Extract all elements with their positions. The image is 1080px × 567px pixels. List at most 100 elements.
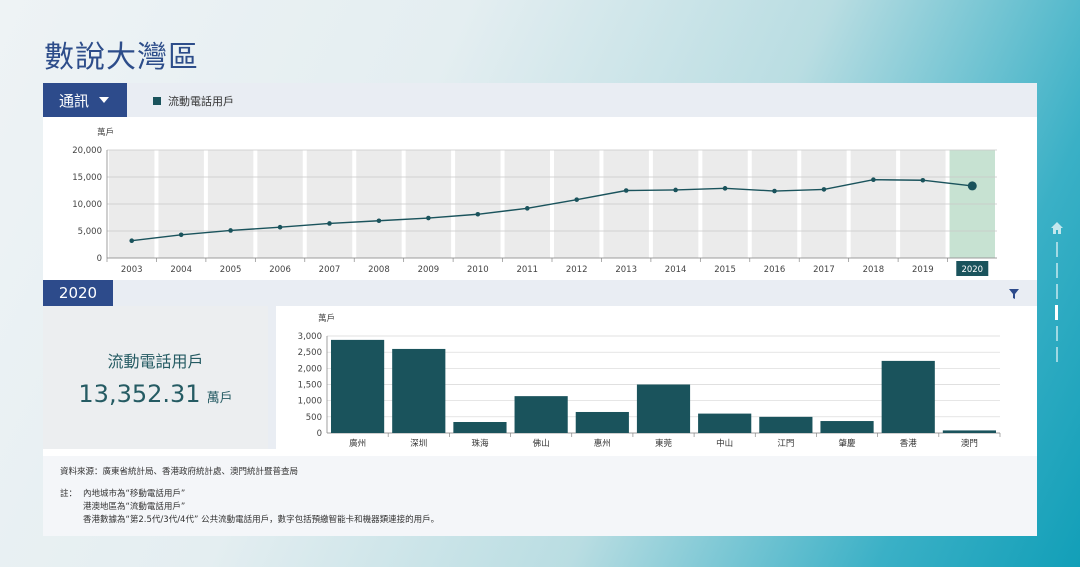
year-tab: 2020: [43, 280, 113, 306]
side-nav-dot[interactable]: [1056, 242, 1058, 257]
y-tick-label: 15,000: [72, 173, 102, 183]
x-tick-label: 2008: [368, 265, 390, 275]
page-title: 數說大灣區: [44, 40, 199, 75]
data-point: [772, 188, 777, 194]
top-bar: 通訊 流動電話用戶: [43, 83, 1037, 117]
x-tick-label: 2007: [319, 265, 341, 275]
category-label: 通訊: [59, 91, 90, 110]
x-tick-label: 香港: [900, 438, 918, 449]
line-chart: 0 5,000 10,000 15,000 20,000 萬戶 2003 2004 2005 20…: [72, 127, 997, 276]
side-nav-dot[interactable]: [1056, 326, 1058, 341]
y-tick-label: 0: [97, 254, 102, 264]
stat-box: 流動電話用戶 13,352.31 萬戶: [43, 306, 268, 449]
x-tick-label: 2004: [170, 265, 192, 275]
stat-unit: 萬戶: [206, 390, 233, 406]
x-tick-label: 2006: [269, 265, 291, 275]
side-nav-dot-active[interactable]: [1055, 305, 1058, 320]
side-nav-dot[interactable]: [1056, 347, 1058, 362]
x-tick-label: 廣州: [349, 438, 366, 449]
side-nav-dot[interactable]: [1056, 284, 1058, 299]
data-point: [821, 187, 827, 192]
y-tick-label: 1,500: [298, 381, 322, 391]
data-point: [623, 188, 629, 193]
filter-icon[interactable]: [1009, 289, 1019, 299]
data-point: [376, 218, 382, 224]
data-point: [178, 232, 184, 238]
x-tick-label: 2014: [665, 265, 687, 275]
x-tick-label: 澳門: [961, 438, 978, 449]
category-dropdown[interactable]: 通訊: [43, 83, 127, 117]
data-point: [129, 238, 135, 244]
y-tick-label: 20,000: [72, 146, 102, 156]
x-tick-label: 深圳: [410, 438, 427, 449]
x-tick-label: 2018: [863, 265, 885, 275]
y-tick-label: 2,500: [298, 348, 322, 358]
data-point: [967, 181, 977, 191]
bar: [575, 411, 629, 433]
note-label: 註：: [60, 489, 78, 499]
chevron-down-icon: [99, 97, 110, 103]
legend-label: 流動電話用戶: [168, 95, 234, 108]
x-tick-label: 2019: [912, 265, 934, 275]
source-text: 資料來源：廣東省統計局、香港政府統計處、澳門統計暨普查局: [60, 467, 299, 477]
data-point: [722, 186, 728, 191]
bar: [453, 422, 507, 433]
x-tick-label: 2011: [516, 265, 538, 275]
x-tick-label: 惠州: [594, 438, 611, 449]
y-tick-label: 2,000: [298, 364, 322, 374]
x-tick-label: 2017: [813, 265, 835, 275]
stat-value-row: 13,352.31 萬戶: [78, 380, 232, 408]
x-tick-label: 2005: [220, 265, 242, 275]
year-bar: 2020: [43, 280, 1037, 306]
y-tick-label: 10,000: [72, 200, 102, 210]
data-point: [475, 211, 481, 217]
bar: [942, 430, 996, 433]
data-point: [871, 177, 876, 182]
y-axis-label: 萬戶: [318, 313, 335, 324]
y-tick-label: 3,000: [298, 332, 322, 342]
bar: [698, 413, 752, 433]
data-point: [574, 197, 580, 202]
data-point: [426, 215, 431, 221]
y-tick-label: 5,000: [78, 227, 102, 237]
note-line: 港澳地區為“流動電話用戶”: [83, 502, 186, 512]
footnote: 資料來源：廣東省統計局、香港政府統計處、澳門統計暨普查局 註： 內地城市為“移動…: [43, 456, 1037, 536]
legend-swatch: [153, 97, 161, 105]
x-tick-label: 2016: [764, 265, 786, 275]
bar: [759, 416, 813, 433]
bar: [331, 339, 385, 433]
note-line: 內地城市為“移動電話用戶”: [83, 489, 186, 499]
x-tick-label: 2015: [714, 265, 736, 275]
bar: [514, 396, 568, 433]
y-axis-label: 萬戶: [97, 127, 114, 138]
y-tick-label: 1,000: [298, 397, 322, 407]
x-tick-label: 2013: [615, 265, 637, 275]
data-point: [673, 187, 678, 193]
x-tick-label: 珠海: [471, 438, 489, 449]
x-tick-label: 2009: [418, 265, 440, 275]
data-point: [228, 228, 233, 233]
x-tick-label: 佛山: [533, 438, 550, 449]
home-icon[interactable]: [1051, 222, 1063, 234]
x-tick-label: 中山: [716, 438, 733, 449]
x-tick-label: 2003: [121, 265, 143, 275]
bar-chart: 0 500 1,000 1,500 2,000 2,500 3,000 萬戶廣州 深圳 珠海 佛山 惠…: [298, 313, 1001, 449]
main-panel: 通訊 流動電話用戶 0 5,000 10,000 15,000 20,000 萬戶 2003…: [43, 83, 1037, 536]
stat-label: 流動電話用戶: [107, 351, 204, 371]
y-tick-label: 500: [306, 413, 322, 423]
side-nav-dot[interactable]: [1056, 263, 1058, 278]
note-line: 香港數據為“第2.5代/3代/4代” 公共流動電話用戶，數字包括預繳智能卡和機器…: [83, 515, 440, 525]
bar: [636, 384, 691, 433]
side-nav: [1050, 222, 1064, 362]
bar: [392, 348, 446, 433]
y-tick-label: 0: [317, 429, 322, 439]
x-tick-label: 2020: [961, 265, 983, 275]
data-point: [920, 177, 926, 183]
x-tick-label: 2010: [467, 265, 489, 275]
data-point: [277, 224, 283, 230]
legend[interactable]: 流動電話用戶: [153, 93, 234, 109]
x-tick-label: 2012: [566, 265, 588, 275]
bar: [820, 421, 874, 433]
x-tick-label: 肇慶: [839, 438, 857, 449]
x-tick-label: 東莞: [655, 438, 673, 449]
